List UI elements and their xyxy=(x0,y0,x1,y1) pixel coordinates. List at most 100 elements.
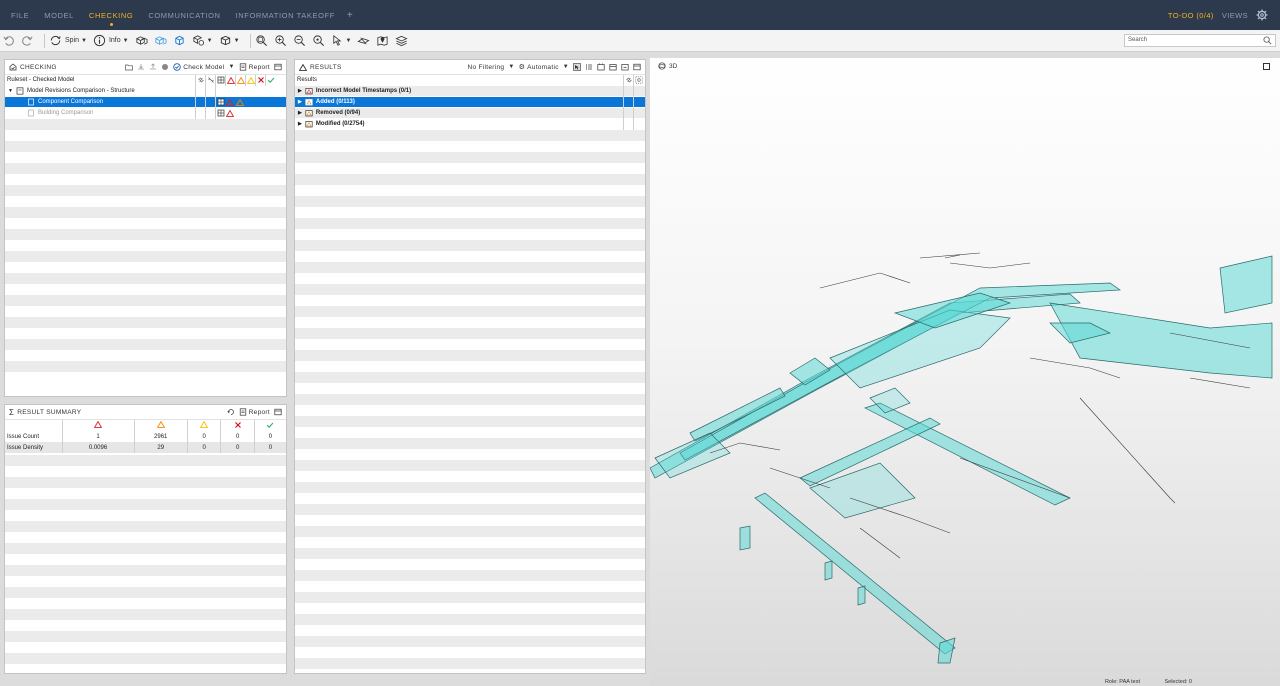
menu-communication[interactable]: COMMUNICATION xyxy=(148,11,220,20)
critical-triangle-icon xyxy=(226,98,234,106)
report-label: Report xyxy=(248,63,270,71)
report-button[interactable]: Report xyxy=(239,63,270,71)
empty-row xyxy=(295,427,645,438)
result-folder-icon xyxy=(305,110,313,117)
tree-item-component-comparison[interactable]: Component Comparison xyxy=(5,96,286,108)
search-input[interactable]: Search xyxy=(1124,34,1276,47)
expand-arrow-icon[interactable]: ▶ xyxy=(298,88,302,94)
list-icon[interactable] xyxy=(585,63,593,71)
empty-row xyxy=(5,372,286,383)
expand-arrow-icon[interactable]: ▼ xyxy=(8,88,13,94)
column-grid[interactable] xyxy=(215,74,225,86)
menu-checking[interactable]: CHECKING xyxy=(89,11,133,26)
tree-item-building-comparison[interactable]: Building Comparison xyxy=(5,107,286,119)
result-folder-icon xyxy=(305,99,313,106)
todo-button[interactable]: TO-DO (0/4) xyxy=(1168,11,1214,20)
panel-layout-icon[interactable] xyxy=(633,63,641,71)
panel-layout-icon[interactable] xyxy=(274,408,282,416)
add-tab-button[interactable]: + xyxy=(347,10,353,21)
empty-row xyxy=(5,631,286,642)
menu-model[interactable]: MODEL xyxy=(44,11,74,20)
summary-header-row xyxy=(5,420,286,431)
redo-button[interactable] xyxy=(21,33,34,49)
issue-density-accepted: 0 xyxy=(254,442,286,453)
column-rejected[interactable] xyxy=(255,74,265,86)
result-item-incorrect-timestamps[interactable]: ▶ Incorrect Model Timestamps (0/1) xyxy=(295,85,645,97)
empty-row xyxy=(5,262,286,273)
zoom-selected-button[interactable] xyxy=(312,33,325,49)
chevron-down-icon: ▼ xyxy=(562,64,569,70)
layers-button[interactable] xyxy=(395,33,409,49)
expand-arrow-icon[interactable]: ▶ xyxy=(298,110,302,116)
expand-arrow-icon[interactable]: ▶ xyxy=(298,121,302,127)
empty-row xyxy=(295,482,645,493)
cell xyxy=(633,107,643,119)
zoom-fit-button[interactable] xyxy=(255,33,268,49)
check-model-button[interactable]: Check Model ▼ xyxy=(173,63,234,71)
result-item-modified[interactable]: ▶ Modified (0/2754) xyxy=(295,118,645,130)
chevron-down-icon: ▼ xyxy=(122,37,129,44)
auto-dropdown[interactable]: ⚙ Automatic ▼ xyxy=(519,63,569,72)
column-link[interactable] xyxy=(195,74,205,86)
top-menu-bar: FILE MODEL CHECKING COMMUNICATION INFORM… xyxy=(0,0,1280,30)
info-button[interactable]: Info ▼ xyxy=(93,33,129,49)
accepted-column-header xyxy=(254,420,286,431)
record-icon[interactable] xyxy=(161,63,169,71)
panel-layout-icon[interactable] xyxy=(274,63,282,71)
empty-row xyxy=(5,207,286,218)
column-select[interactable] xyxy=(633,74,643,86)
toolbar-separator xyxy=(44,33,45,48)
empty-row xyxy=(295,174,645,185)
column-unlink[interactable] xyxy=(205,74,215,86)
isolate-button[interactable] xyxy=(173,33,186,49)
column-accepted[interactable] xyxy=(265,74,275,86)
select-tool-button[interactable]: ▼ xyxy=(331,33,351,49)
show-components-button[interactable] xyxy=(135,33,148,49)
tree-item-label: Building Comparison xyxy=(38,110,94,116)
import-icon[interactable] xyxy=(137,63,145,71)
column-link[interactable] xyxy=(623,74,633,86)
empty-row xyxy=(5,642,286,653)
menu-file[interactable]: FILE xyxy=(11,11,29,20)
properties-button[interactable]: ▼ xyxy=(192,33,213,49)
spin-button[interactable]: Spin ▼ xyxy=(49,33,87,49)
section-plane-button[interactable] xyxy=(357,33,371,49)
model-segment xyxy=(857,585,866,606)
views-button[interactable]: VIEWS xyxy=(1222,11,1248,20)
checking-panel: CHECKING Check Model ▼ Report Ruleset - … xyxy=(4,59,287,397)
tree-item-label: Model Revisions Comparison - Structure xyxy=(26,88,135,94)
tree-item-model-revisions[interactable]: ▼ Model Revisions Comparison - Structure xyxy=(5,85,286,97)
results-triangle-icon xyxy=(299,63,307,71)
view-cube-button[interactable]: ▼ xyxy=(219,33,240,49)
column-moderate[interactable] xyxy=(235,74,245,86)
empty-row xyxy=(5,141,286,152)
select-all-icon[interactable] xyxy=(573,63,581,71)
undo-button[interactable] xyxy=(2,33,15,49)
3d-viewport[interactable]: 3D Role: PAA test Selected: 0 xyxy=(650,58,1280,686)
ghost-components-button[interactable] xyxy=(154,33,167,49)
result-item-content: ▶ Incorrect Model Timestamps (0/1) xyxy=(295,87,623,95)
export-icon[interactable] xyxy=(149,63,157,71)
expand-arrow-icon[interactable]: ▶ xyxy=(298,99,302,105)
open-folder-icon[interactable] xyxy=(125,63,134,71)
link-icon xyxy=(197,77,204,83)
refresh-icon[interactable] xyxy=(227,408,235,416)
settings-gear-icon[interactable] xyxy=(1256,9,1268,21)
column-minor[interactable] xyxy=(245,74,255,86)
result-item-removed[interactable]: ▶ Removed (0/94) xyxy=(295,107,645,119)
empty-row xyxy=(5,598,286,609)
column-critical[interactable] xyxy=(225,74,235,86)
location-map-button[interactable] xyxy=(376,33,389,49)
zoom-in-button[interactable] xyxy=(274,33,287,49)
moderate-triangle-icon xyxy=(236,98,244,106)
bim-model-render[interactable] xyxy=(650,58,1280,686)
issue-folder-open-icon[interactable] xyxy=(609,63,617,71)
issue-folder-icon[interactable] xyxy=(597,63,605,71)
menu-information-takeoff[interactable]: INFORMATION TAKEOFF xyxy=(236,11,335,20)
empty-row xyxy=(295,339,645,350)
zoom-out-button[interactable] xyxy=(293,33,306,49)
issue-folder-add-icon[interactable] xyxy=(621,63,629,71)
filter-dropdown[interactable]: No Filtering ▼ xyxy=(467,64,514,71)
result-item-added[interactable]: ▶ Added (0/113) xyxy=(295,96,645,108)
summary-report-button[interactable]: Report xyxy=(239,408,270,416)
